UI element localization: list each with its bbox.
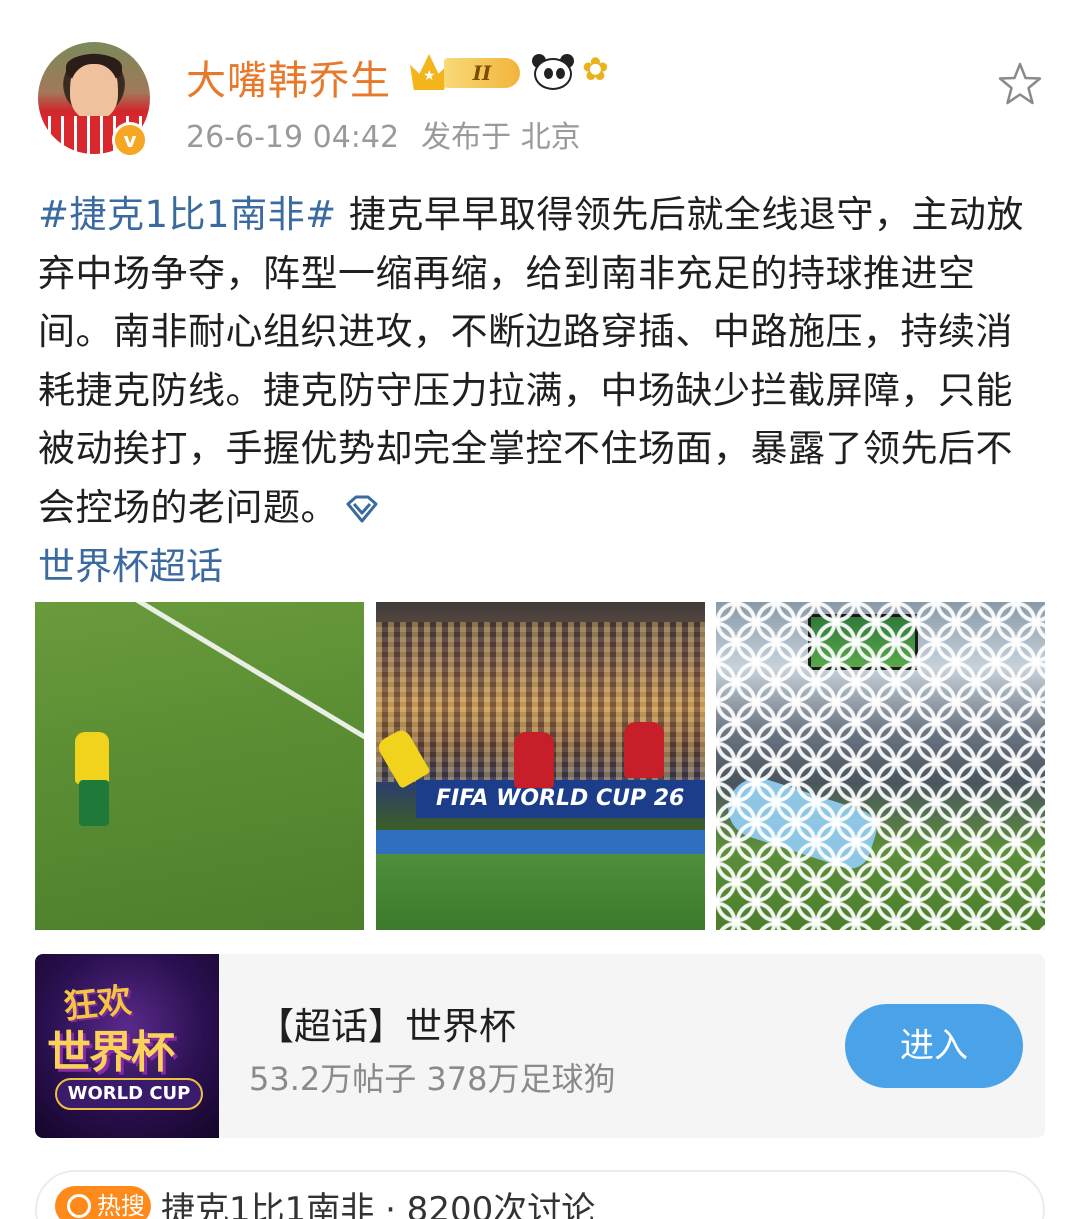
- panda-icon: [530, 54, 574, 90]
- thumb-title-2: 世界杯: [47, 1027, 175, 1078]
- ad-board: [376, 830, 705, 856]
- timestamp: 26-6-19 04:42: [186, 120, 400, 155]
- hot-search-badge: 热搜: [55, 1186, 151, 1219]
- diamond-icon[interactable]: [344, 494, 380, 524]
- fifa-board: FIFA WORLD CUP 26: [416, 780, 705, 818]
- search-icon: [67, 1194, 91, 1218]
- panda-eye-right: [556, 68, 565, 79]
- hot-search-bar[interactable]: 热搜 捷克1比1南非 · 8200次讨论: [35, 1170, 1045, 1219]
- location: 发布于 北京: [421, 120, 581, 155]
- panda-head: [534, 58, 572, 90]
- hot-search-text: 捷克1比1南非 · 8200次讨论: [161, 1190, 596, 1219]
- super-topic-link[interactable]: 世界杯超话: [38, 536, 223, 590]
- pitch-line: [132, 602, 364, 766]
- username[interactable]: 大嘴韩乔生: [186, 48, 391, 106]
- photo-1[interactable]: [35, 602, 364, 930]
- post-text: 捷克早早取得领先后就全线退守，主动放弃中场争夺，阵型一缩再缩，给到南非充足的持球…: [38, 193, 1024, 529]
- sunflower-icon: ✿: [582, 50, 609, 88]
- crown-badge-icon[interactable]: ★ II: [410, 52, 520, 92]
- avatar-face: [70, 64, 118, 120]
- super-topic-stats: 53.2万帖子 378万足球狗: [249, 1060, 616, 1098]
- player-shorts: [79, 780, 109, 826]
- post-header: v 大嘴韩乔生 ★ II ✿ 26-6-19 04:42 发布于 北京: [0, 0, 1080, 170]
- star-glyph-icon: ★: [423, 68, 436, 84]
- post-meta: 26-6-19 04:42 发布于 北京: [186, 112, 603, 156]
- goal-net: [716, 602, 1045, 930]
- pitch: [376, 854, 705, 930]
- player-red-1: [514, 732, 554, 788]
- level-badge: II: [444, 58, 520, 88]
- super-topic-card[interactable]: 狂欢 世界杯 WORLD CUP 【超话】世界杯 53.2万帖子 378万足球狗…: [35, 954, 1045, 1138]
- verified-icon: v: [112, 122, 148, 158]
- player-red-2: [624, 722, 664, 778]
- hot-badge-label: 热搜: [97, 1192, 145, 1219]
- thumb-title-3: WORLD CUP: [55, 1078, 203, 1110]
- photo-3[interactable]: [716, 602, 1045, 930]
- topic-tag[interactable]: #捷克1比1南非#: [38, 193, 337, 236]
- panda-eye-left: [544, 68, 553, 79]
- super-topic-title: 【超话】世界杯: [257, 1005, 516, 1048]
- player-figure: [75, 732, 109, 784]
- star-icon[interactable]: [996, 60, 1044, 108]
- post-body: #捷克1比1南非# 捷克早早取得领先后就全线退守，主动放弃中场争夺，阵型一缩再缩…: [38, 186, 1048, 537]
- enter-button[interactable]: 进入: [845, 1004, 1023, 1088]
- super-topic-thumbnail: 狂欢 世界杯 WORLD CUP: [35, 954, 219, 1138]
- photo-grid: FIFA WORLD CUP 26: [35, 602, 1045, 930]
- photo-2[interactable]: FIFA WORLD CUP 26: [376, 602, 705, 930]
